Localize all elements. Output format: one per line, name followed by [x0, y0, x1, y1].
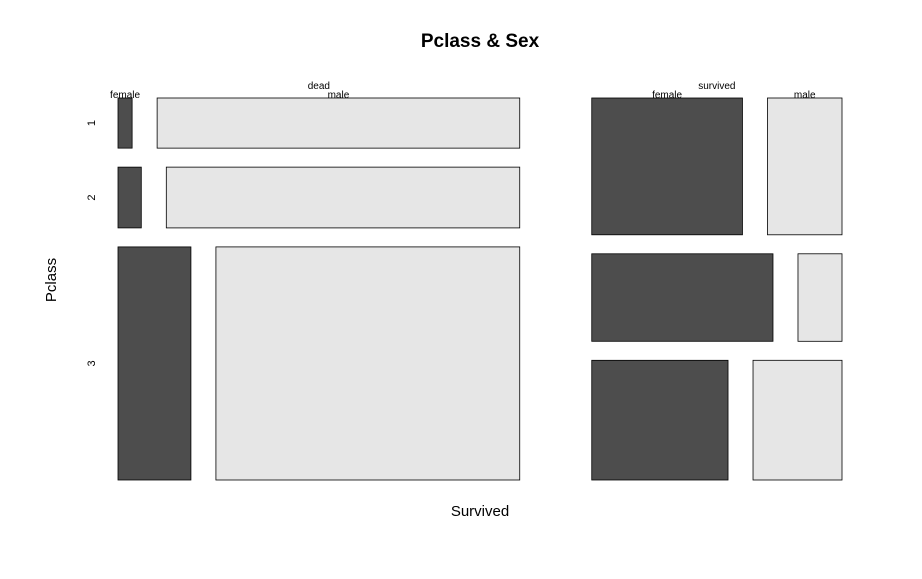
tile-survived-class2-male — [797, 253, 843, 342]
pclass-tick-1: 1 — [86, 120, 98, 126]
tile-dead-class3-female — [117, 246, 192, 481]
tile-dead-class2-female — [117, 166, 142, 229]
tile-dead-class2-male — [165, 166, 521, 229]
sex-label-survived-male: male — [794, 90, 816, 101]
sex-label-dead-female: female — [110, 90, 140, 101]
tile-survived-class1-female — [591, 97, 743, 236]
x-axis-label: Survived — [451, 503, 509, 520]
mosaic-chart: Pclass & Sex Survived Pclass deadfemale m… — [43, 31, 843, 520]
mosaic-tiles — [117, 97, 843, 481]
tile-survived-class2-female — [591, 253, 774, 342]
tile-survived-class3-female — [591, 359, 729, 481]
y-axis-label: Pclass — [43, 258, 60, 302]
chart-title: Pclass & Sex — [421, 31, 540, 52]
survived-label-survived: survived — [698, 81, 735, 92]
sex-label-dead-male: male — [328, 90, 350, 101]
sex-label-survived-female: female — [652, 90, 682, 101]
tile-survived-class1-male — [767, 97, 843, 236]
pclass-tick-3: 3 — [86, 360, 98, 366]
tile-survived-class3-male — [752, 359, 843, 481]
tile-dead-class1-female — [117, 97, 133, 149]
pclass-tick-2: 2 — [86, 194, 98, 200]
tile-dead-class3-male — [215, 246, 521, 481]
tile-dead-class1-male — [156, 97, 521, 149]
